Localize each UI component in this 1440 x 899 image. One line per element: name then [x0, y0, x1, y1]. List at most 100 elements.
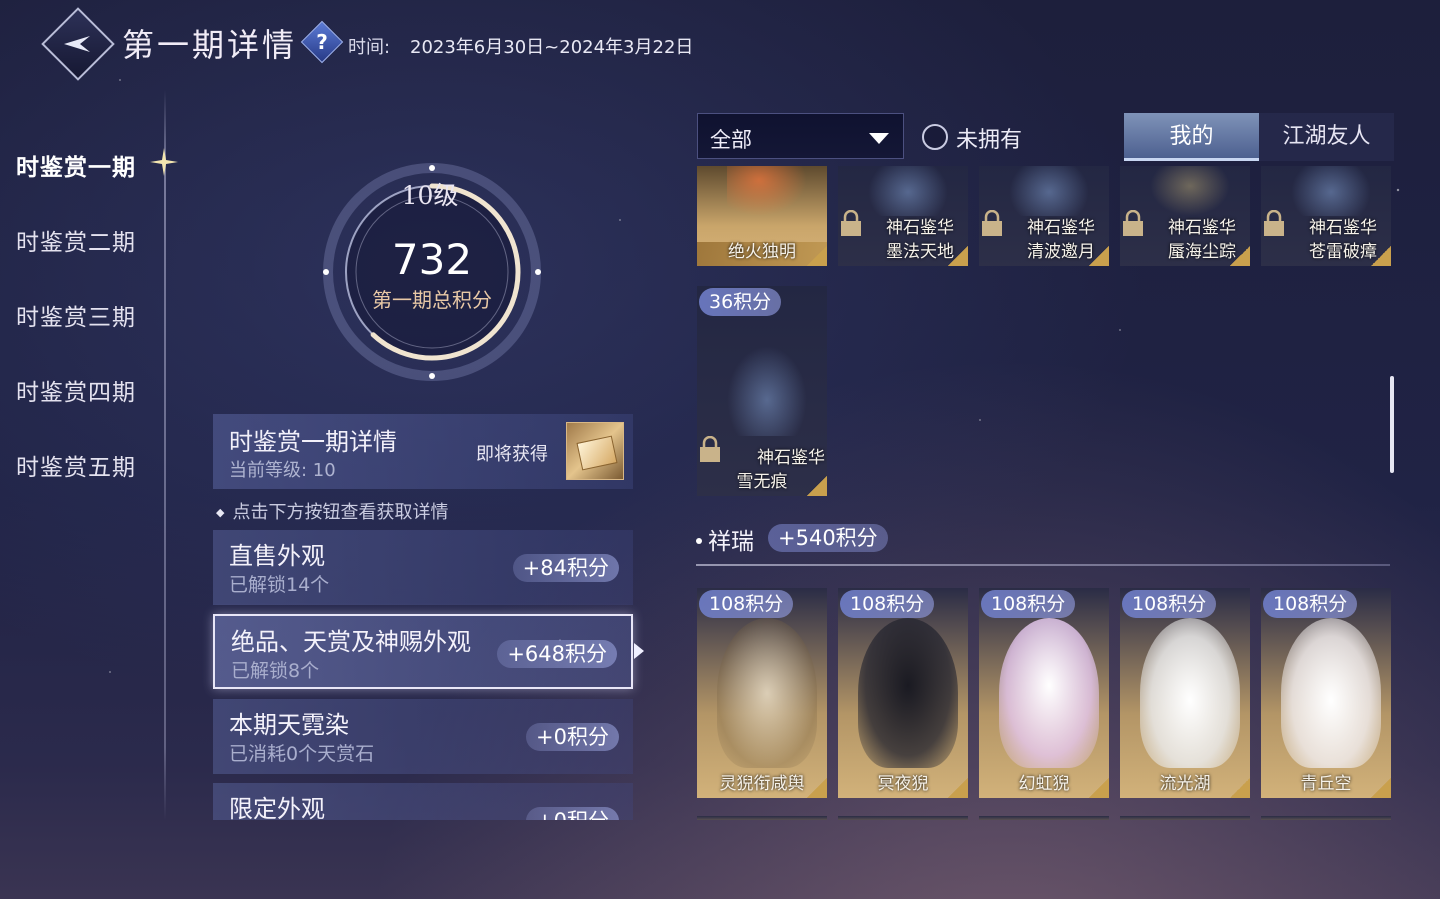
section-divider	[696, 564, 1390, 566]
beast-card[interactable]: 108积分 青丘空	[1261, 588, 1391, 798]
item-art	[1291, 166, 1371, 216]
lock-icon	[841, 210, 861, 236]
sidebar-item-period-1[interactable]: 时鉴赏一期	[16, 148, 136, 182]
sidebar-item-period-4[interactable]: 时鉴赏四期	[16, 373, 136, 407]
coming-soon-label: 即将获得	[476, 444, 548, 465]
points-badge: 108积分	[1122, 590, 1217, 618]
section-title: 祥瑞	[696, 522, 754, 556]
beast-card[interactable]: 108积分 灵猊衔咸舆	[697, 588, 827, 798]
period-detail-card[interactable]: 时鉴赏一期详情 当前等级: 10 即将获得	[213, 414, 633, 489]
category-points: +0积分	[526, 723, 619, 751]
item-prefix: 神石鉴华	[1309, 218, 1377, 238]
unowned-radio[interactable]	[922, 124, 948, 150]
item-art	[1150, 166, 1230, 216]
category-premium-appearances[interactable]: 绝品、天赏及神赐外观 已解锁8个 +648积分	[213, 614, 633, 689]
beast-art	[1140, 618, 1240, 768]
beast-card-partial[interactable]	[1261, 816, 1391, 820]
corner-ornament	[1089, 778, 1109, 798]
lock-icon	[982, 210, 1002, 236]
beast-art	[999, 618, 1099, 768]
scrollbar[interactable]	[1390, 376, 1394, 473]
item-card[interactable]: 绝火独明	[697, 166, 827, 266]
item-card[interactable]: 神石鉴华 墨法天地	[838, 166, 968, 266]
sidebar-divider	[164, 90, 166, 820]
item-name: 清波邀月	[1027, 242, 1095, 262]
points-badge: 108积分	[840, 590, 935, 618]
item-prefix: 神石鉴华	[1027, 218, 1095, 238]
beast-art	[858, 618, 958, 768]
time-label: 时间:	[348, 37, 391, 58]
category-points: +648积分	[497, 640, 617, 668]
chevron-down-icon	[869, 133, 889, 144]
beast-card-partial[interactable]	[838, 816, 968, 820]
beast-art	[717, 618, 817, 768]
corner-ornament	[807, 246, 827, 266]
item-grid: 绝火独明 神石鉴华 墨法天地 神石鉴华 清波邀月 神石鉴华 蜃海尘踪 神石鉴华 …	[690, 166, 1402, 820]
help-icon[interactable]: ?	[300, 20, 344, 64]
current-level-text: 当前等级: 10	[229, 460, 336, 481]
points-badge: 108积分	[1263, 590, 1358, 618]
corner-ornament	[1089, 246, 1109, 266]
item-art	[727, 166, 807, 216]
points-badge: 108积分	[981, 590, 1076, 618]
selected-arrow-icon	[634, 643, 644, 659]
sidebar-item-period-5[interactable]: 时鉴赏五期	[16, 448, 136, 482]
beast-card-partial[interactable]	[979, 816, 1109, 820]
points-badge: 108积分	[699, 590, 794, 618]
category-title: 本期天霓染	[229, 711, 349, 739]
lock-icon	[1123, 210, 1143, 236]
item-name: 蜃海尘踪	[1168, 242, 1236, 262]
beast-card-partial[interactable]	[697, 816, 827, 820]
item-art	[868, 166, 948, 216]
corner-ornament	[807, 778, 827, 798]
item-card[interactable]: 神石鉴华 清波邀月	[979, 166, 1109, 266]
sidebar-item-period-2[interactable]: 时鉴赏二期	[16, 223, 136, 257]
back-arrow-icon	[64, 36, 90, 52]
ring-score: 732	[391, 235, 473, 284]
sidebar-item-period-3[interactable]: 时鉴赏三期	[16, 298, 136, 332]
item-prefix: 神石鉴华	[886, 218, 954, 238]
lock-icon	[700, 436, 720, 462]
category-title: 限定外观	[229, 795, 325, 820]
beast-card[interactable]: 108积分 冥夜猊	[838, 588, 968, 798]
back-button[interactable]	[41, 7, 115, 81]
beast-card-partial[interactable]	[1120, 816, 1250, 820]
beast-card[interactable]: 108积分 流光湖	[1120, 588, 1250, 798]
corner-ornament	[1230, 778, 1250, 798]
beast-card[interactable]: 108积分 幻虹猊	[979, 588, 1109, 798]
tab-mine[interactable]: 我的	[1124, 113, 1259, 161]
corner-ornament	[1371, 778, 1391, 798]
reward-thumbnail[interactable]	[566, 422, 624, 480]
filter-dropdown[interactable]: 全部	[697, 113, 904, 159]
section-title-text: 祥瑞	[708, 529, 754, 555]
tab-friends[interactable]: 江湖友人	[1259, 113, 1394, 161]
item-prefix: 神石鉴华	[757, 448, 825, 468]
category-direct-sale[interactable]: 直售外观 已解锁14个 +84积分	[213, 530, 633, 605]
category-title: 直售外观	[229, 542, 325, 570]
corner-ornament	[948, 778, 968, 798]
corner-ornament	[948, 246, 968, 266]
category-limited[interactable]: 限定外观 +0积分	[213, 783, 633, 820]
item-card[interactable]: 神石鉴华 蜃海尘踪	[1120, 166, 1250, 266]
category-sub: 已解锁8个	[231, 660, 320, 682]
bullet-icon	[696, 538, 702, 544]
item-card[interactable]: 神石鉴华 苍雷破瘴	[1261, 166, 1391, 266]
item-card[interactable]: 36积分 神石鉴华 雪无痕	[697, 286, 827, 496]
active-star-icon	[150, 148, 178, 176]
category-sub: 已解锁14个	[229, 574, 330, 596]
item-art	[1009, 166, 1089, 216]
level-ring: 10级 732 第一期总积分	[300, 160, 560, 420]
lock-icon	[1264, 210, 1284, 236]
corner-ornament	[1371, 246, 1391, 266]
item-name: 墨法天地	[886, 242, 954, 262]
page-title: 第一期详情	[122, 26, 298, 64]
filter-dropdown-value: 全部	[710, 128, 752, 152]
category-title: 绝品、天赏及神赐外观	[231, 628, 471, 656]
period-detail-title: 时鉴赏一期详情	[229, 428, 397, 456]
beast-art	[1281, 618, 1381, 768]
item-name: 苍雷破瘴	[1309, 242, 1377, 262]
category-dye[interactable]: 本期天霓染 已消耗0个天赏石 +0积分	[213, 699, 633, 774]
section-points: +540积分	[768, 524, 888, 552]
item-art	[727, 346, 807, 436]
hint-text: 点击下方按钮查看获取详情	[216, 498, 448, 524]
